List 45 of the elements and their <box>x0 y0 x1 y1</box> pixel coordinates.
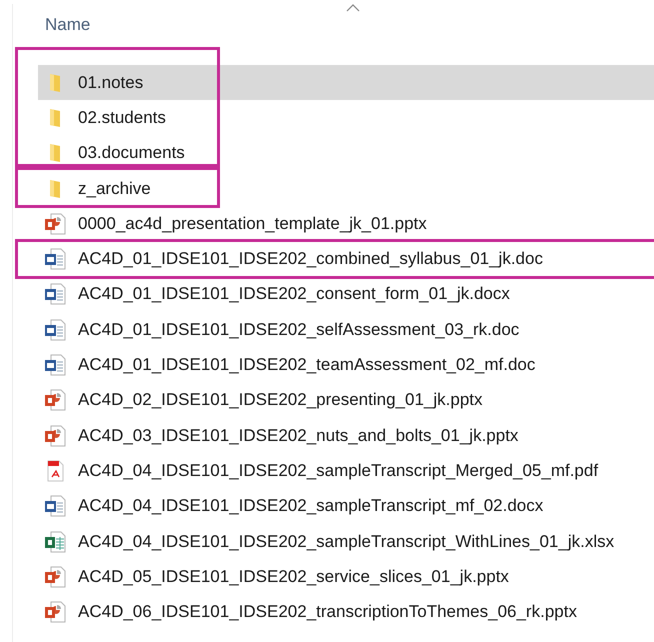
sort-caret-icon <box>346 4 360 12</box>
file-name: AC4D_02_IDSE101_IDSE202_presenting_01_jk.pptx <box>78 390 482 410</box>
word-document-icon <box>44 495 66 518</box>
word-document-icon <box>44 283 66 306</box>
file-row[interactable]: AC4D_01_IDSE101_IDSE202_consent_form_01_jk.docx <box>38 276 654 312</box>
presentation-file-icon <box>44 601 66 624</box>
file-row[interactable]: AC4D_06_IDSE101_IDSE202_transcriptionToThemes_06_rk.pptx <box>38 594 654 630</box>
file-name: AC4D_01_IDSE101_IDSE202_consent_form_01_jk.docx <box>78 284 510 304</box>
spreadsheet-file-icon <box>44 530 66 552</box>
file-name: 01.notes <box>78 72 144 93</box>
file-name: AC4D_01_IDSE101_IDSE202_teamAssessment_02_mf.doc <box>78 355 536 376</box>
file-row[interactable]: AC4D_05_IDSE101_IDSE202_service_slices_01_jk.pptx <box>38 559 654 594</box>
word-document-icon <box>44 248 66 270</box>
file-name: AC4D_03_IDSE101_IDSE202_nuts_and_bolts_01_jk.pptx <box>78 426 518 446</box>
file-row[interactable]: AC4D_04_IDSE101_IDSE202_sampleTranscript_WithLines_01_jk.xlsx <box>38 524 654 560</box>
file-name: AC4D_01_IDSE101_IDSE202_selfAssessment_03_rk.doc <box>78 320 520 340</box>
file-row[interactable]: AC4D_01_IDSE101_IDSE202_selfAssessment_03_rk.doc <box>38 312 654 348</box>
file-row[interactable]: 0000_ac4d_presentation_template_jk_01.pptx <box>38 206 654 242</box>
file-row[interactable]: 03.documents <box>38 136 654 171</box>
file-name: AC4D_04_IDSE101_IDSE202_sampleTranscript_Merged_05_mf.pdf <box>78 460 598 481</box>
file-row[interactable]: AC4D_01_IDSE101_IDSE202_combined_syllabus_01_jk.doc <box>38 241 654 277</box>
file-row[interactable]: AC4D_01_IDSE101_IDSE202_teamAssessment_02_mf.doc <box>38 347 654 383</box>
presentation-file-icon <box>44 424 66 447</box>
word-document-icon <box>44 318 66 341</box>
presentation-file-icon <box>44 212 66 235</box>
file-name: 03.documents <box>78 143 185 164</box>
file-name: 0000_ac4d_presentation_template_jk_01.pptx <box>78 214 427 234</box>
name-column-header[interactable]: Name <box>45 15 90 35</box>
file-row[interactable]: AC4D_04_IDSE101_IDSE202_sampleTranscript_Merged_05_mf.pdf <box>38 453 654 489</box>
file-row[interactable]: 02.students <box>38 100 654 136</box>
file-row[interactable]: AC4D_02_IDSE101_IDSE202_presenting_01_jk.pptx <box>38 382 654 418</box>
file-name: AC4D_05_IDSE101_IDSE202_service_slices_01_jk.pptx <box>78 566 509 587</box>
file-name: AC4D_06_IDSE101_IDSE202_transcriptionToThemes_06_rk.pptx <box>78 602 577 622</box>
file-name: 02.students <box>78 108 166 128</box>
presentation-file-icon <box>44 389 66 412</box>
file-row[interactable]: 01.notes <box>38 65 654 100</box>
word-document-icon <box>44 354 66 376</box>
file-row[interactable]: z_archive <box>38 170 654 206</box>
file-name: z_archive <box>78 178 151 199</box>
file-row[interactable]: AC4D_04_IDSE101_IDSE202_sampleTranscript_mf_02.docx <box>38 488 654 524</box>
presentation-file-icon <box>44 566 66 588</box>
file-name: AC4D_04_IDSE101_IDSE202_sampleTranscript_WithLines_01_jk.xlsx <box>78 532 614 552</box>
file-name: AC4D_04_IDSE101_IDSE202_sampleTranscript_mf_02.docx <box>78 496 544 516</box>
file-name: AC4D_01_IDSE101_IDSE202_combined_syllabus_01_jk.doc <box>78 249 543 270</box>
file-row[interactable]: AC4D_03_IDSE101_IDSE202_nuts_and_bolts_01_jk.pptx <box>38 418 654 454</box>
